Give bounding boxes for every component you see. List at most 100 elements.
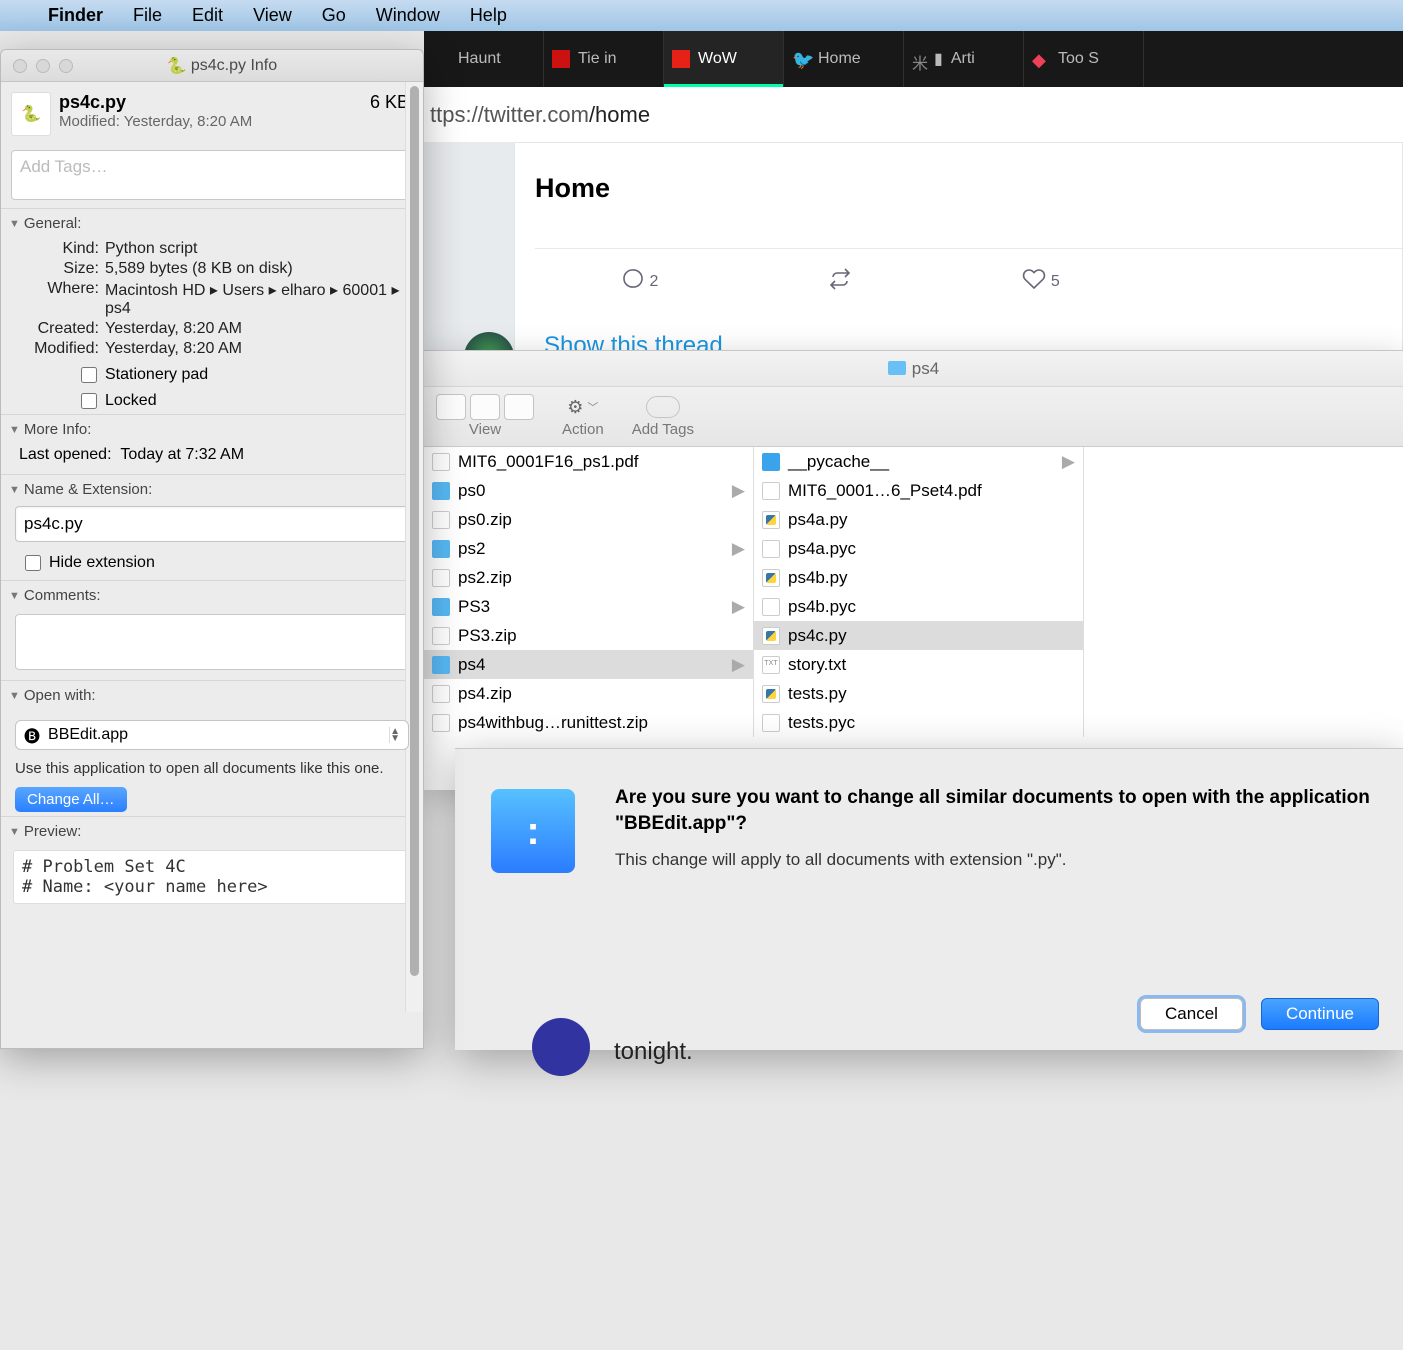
finder-row[interactable]: ps4.zip bbox=[424, 679, 753, 708]
chevron-right-icon: ▶ bbox=[1062, 452, 1075, 472]
finder-row[interactable]: ps4▶ bbox=[424, 650, 753, 679]
tags-group[interactable]: Add Tags bbox=[632, 393, 694, 438]
scrollbar[interactable] bbox=[405, 82, 423, 1012]
youtube-icon bbox=[672, 50, 690, 68]
menu-help[interactable]: Help bbox=[470, 5, 507, 26]
section-label: Open with: bbox=[24, 687, 96, 704]
file-name: ps2.zip bbox=[458, 568, 512, 588]
section-openwith[interactable]: ▼ Open with: bbox=[1, 680, 423, 708]
folder-icon bbox=[432, 656, 450, 674]
menu-file[interactable]: File bbox=[133, 5, 162, 26]
finder-row[interactable]: ps4a.py bbox=[754, 505, 1083, 534]
action-group[interactable]: ⚙︎﹀ Action bbox=[562, 393, 604, 438]
dialog-message: Are you sure you want to change all simi… bbox=[615, 785, 1379, 870]
section-moreinfo[interactable]: ▼More Info: bbox=[1, 414, 423, 442]
section-general[interactable]: ▼General: bbox=[1, 208, 423, 236]
menu-go[interactable]: Go bbox=[322, 5, 346, 26]
tags-field[interactable]: Add Tags… bbox=[11, 150, 413, 200]
menu-window[interactable]: Window bbox=[376, 5, 440, 26]
avatar[interactable] bbox=[532, 1018, 590, 1076]
file-name: ps4.zip bbox=[458, 684, 512, 704]
finder-row[interactable]: ps4c.py bbox=[754, 621, 1083, 650]
continue-button[interactable]: Continue bbox=[1261, 998, 1379, 1030]
pdf-icon bbox=[432, 453, 450, 471]
scroll-thumb[interactable] bbox=[410, 86, 419, 976]
column-view-button[interactable] bbox=[504, 394, 534, 420]
finder-row[interactable]: ps2▶ bbox=[424, 534, 753, 563]
app-name[interactable]: Finder bbox=[48, 5, 103, 26]
section-comments[interactable]: ▼Comments: bbox=[1, 580, 423, 608]
finder-row[interactable]: TXTstory.txt bbox=[754, 650, 1083, 679]
finder-row[interactable]: ps4a.pyc bbox=[754, 534, 1083, 563]
zoom-button[interactable] bbox=[59, 59, 73, 73]
finder-row[interactable]: MIT6_0001F16_ps1.pdf bbox=[424, 447, 753, 476]
finder-col-1: MIT6_0001F16_ps1.pdfps0▶ps0.zipps2▶ps2.z… bbox=[424, 447, 754, 737]
tab-toos[interactable]: ◆Too S bbox=[1024, 31, 1144, 87]
hideext-checkbox[interactable]: Hide extension bbox=[1, 550, 423, 580]
change-all-button[interactable]: Change All… bbox=[15, 787, 127, 812]
app-selector[interactable]: 🅑BBEdit.app ▲▼ bbox=[15, 720, 409, 750]
tag-icon bbox=[646, 396, 680, 418]
file-name: tests.pyc bbox=[788, 713, 855, 733]
filename-input[interactable] bbox=[15, 506, 409, 542]
file-name: ps4withbug…runittest.zip bbox=[458, 713, 648, 733]
tab-label: Arti bbox=[951, 50, 975, 68]
section-preview[interactable]: ▼Preview: bbox=[1, 816, 423, 844]
minimize-button[interactable] bbox=[36, 59, 50, 73]
finder-row[interactable]: PS3▶ bbox=[424, 592, 753, 621]
file-name: ps4b.pyc bbox=[788, 597, 856, 617]
stationery-input[interactable] bbox=[81, 367, 97, 383]
url-bar[interactable]: ttps://twitter.com/home bbox=[424, 87, 1403, 142]
icon-view-button[interactable] bbox=[436, 394, 466, 420]
stationery-checkbox[interactable]: Stationery pad bbox=[1, 362, 423, 388]
finder-row[interactable]: ps4withbug…runittest.zip bbox=[424, 708, 753, 737]
comments-field[interactable] bbox=[15, 614, 409, 670]
menu-view[interactable]: View bbox=[253, 5, 292, 26]
list-view-button[interactable] bbox=[470, 394, 500, 420]
pdf-icon bbox=[762, 482, 780, 500]
view-group[interactable]: View bbox=[436, 393, 534, 438]
tab-label: Home bbox=[818, 50, 861, 68]
tab-label: WoW bbox=[698, 50, 737, 68]
tab-arti[interactable]: 米▮Arti bbox=[904, 31, 1024, 87]
hideext-input[interactable] bbox=[25, 555, 41, 571]
finder-row[interactable]: ps4b.py bbox=[754, 563, 1083, 592]
locked-input[interactable] bbox=[81, 393, 97, 409]
tab-tie[interactable]: Tie in bbox=[544, 31, 664, 87]
file-name: ps4a.py bbox=[788, 510, 848, 530]
finder-row[interactable]: tests.py bbox=[754, 679, 1083, 708]
browser-tabs: Haunt Tie in WoW 🐦Home 米▮Arti ◆Too S bbox=[424, 31, 1403, 87]
view-label: View bbox=[469, 421, 501, 438]
finder-row[interactable]: ps0.zip bbox=[424, 505, 753, 534]
finder-row[interactable]: tests.pyc bbox=[754, 708, 1083, 737]
file-name: MIT6_0001F16_ps1.pdf bbox=[458, 452, 639, 472]
tab-home[interactable]: 🐦Home bbox=[784, 31, 904, 87]
finder-row[interactable]: __pycache__▶ bbox=[754, 447, 1083, 476]
tab-wow[interactable]: WoW bbox=[664, 31, 784, 87]
disclosure-icon: ▼ bbox=[9, 690, 20, 702]
tab-haunt[interactable]: Haunt bbox=[424, 31, 544, 87]
file-name: ps0 bbox=[458, 481, 485, 501]
tab-label: Too S bbox=[1058, 50, 1099, 68]
finder-row[interactable]: PS3.zip bbox=[424, 621, 753, 650]
replies[interactable]: 2 bbox=[621, 267, 658, 291]
folder-icon bbox=[888, 361, 906, 375]
finder-row[interactable]: ps2.zip bbox=[424, 563, 753, 592]
retweet[interactable] bbox=[828, 267, 852, 291]
finder-row[interactable]: MIT6_0001…6_Pset4.pdf bbox=[754, 476, 1083, 505]
menu-edit[interactable]: Edit bbox=[192, 5, 223, 26]
url-path: /home bbox=[589, 102, 650, 128]
finder-row[interactable]: ps4b.pyc bbox=[754, 592, 1083, 621]
disclosure-icon: ▼ bbox=[9, 218, 20, 230]
chevron-right-icon: ▶ bbox=[732, 539, 745, 559]
python-icon: 🐍 bbox=[169, 58, 185, 74]
locked-checkbox[interactable]: Locked bbox=[1, 388, 423, 414]
hideext-label: Hide extension bbox=[49, 554, 155, 572]
section-name[interactable]: ▼Name & Extension: bbox=[1, 474, 423, 502]
finder-row[interactable]: ps0▶ bbox=[424, 476, 753, 505]
likes[interactable]: 5 bbox=[1022, 267, 1059, 291]
close-button[interactable] bbox=[13, 59, 27, 73]
cancel-button[interactable]: Cancel bbox=[1140, 998, 1243, 1030]
file-header: 🐍 ps4c.py6 KB Modified: Yesterday, 8:20 … bbox=[1, 82, 423, 142]
modified-label: Modified: bbox=[1, 340, 99, 358]
